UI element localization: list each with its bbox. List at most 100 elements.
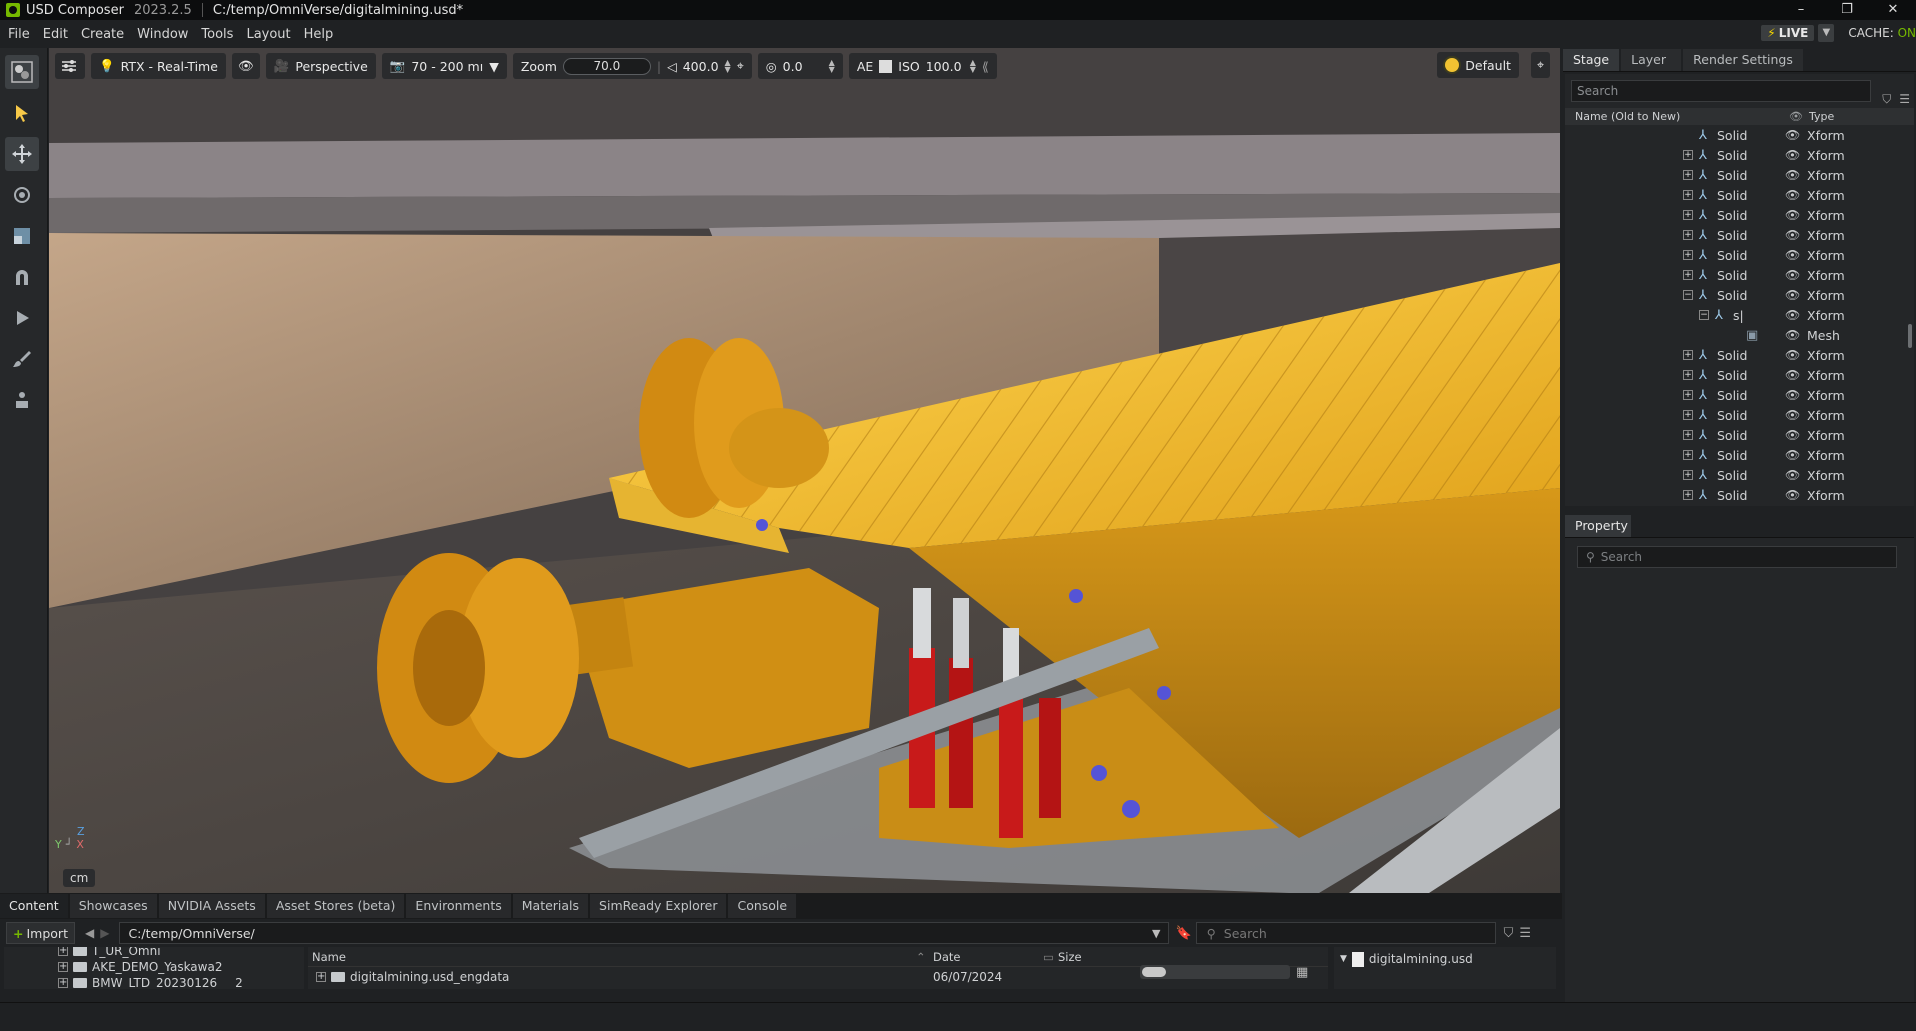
folder-tree-item[interactable]: + AKE_DEMO_Yaskawa2 [4,959,304,975]
content-tab-console[interactable]: Console [728,894,797,918]
content-tab-asset-stores-beta[interactable]: Asset Stores (beta) [266,894,405,918]
column-size[interactable]: Size [1058,950,1082,964]
expand-icon[interactable]: + [1683,490,1693,500]
property-search-input[interactable]: ⚲ Search [1577,546,1897,568]
folder-tree-item[interactable]: + BMW_LTD_20230126___2 [4,975,304,989]
column-type-header[interactable]: Type [1809,110,1834,123]
column-name-header[interactable]: Name (Old to New) [1575,110,1785,123]
stage-tree-row[interactable]: + ⅄ Solid 👁 Xform [1565,225,1914,245]
expand-icon[interactable]: + [1683,450,1693,460]
paint-tool[interactable] [5,342,39,376]
visibility-eye-icon[interactable]: 👁 [1785,348,1800,362]
focal-value[interactable]: 400.0 [683,59,719,74]
visibility-eye-icon[interactable]: 👁 [1785,228,1800,242]
menu-edit[interactable]: Edit [38,27,73,42]
content-filter-icon[interactable]: ⛉ [1504,926,1514,941]
expand-icon[interactable]: + [1683,350,1693,360]
menu-file[interactable]: File [3,27,35,42]
sort-up-icon[interactable]: ⌃ [916,950,926,964]
detail-collapse-icon[interactable]: ▼ [1340,954,1347,964]
expand-icon[interactable]: + [1683,390,1693,400]
expand-icon[interactable]: + [1683,170,1693,180]
stage-tree-row[interactable]: + ⅄ Solid 👁 Xform [1565,185,1914,205]
stage-tree-row[interactable]: + ⅄ Solid 👁 Xform [1565,345,1914,365]
location-button[interactable]: ⌖ [1530,52,1550,78]
visibility-eye-icon[interactable]: 👁 [1785,288,1800,302]
snap-tool[interactable] [5,260,39,294]
physics-tool[interactable] [5,383,39,417]
stage-tree-row[interactable]: ⅄ Solid 👁 Xform [1565,125,1914,145]
thumbnail-size-slider[interactable] [1140,965,1290,979]
lens-dropdown[interactable]: 📷 70 - 200 mı ▼ [381,53,507,79]
visibility-eye-icon[interactable]: 👁 [1785,388,1800,402]
visibility-eye-icon[interactable]: 👁 [1785,168,1800,182]
stage-search-input[interactable]: Search [1571,80,1871,102]
move-tool[interactable] [5,137,39,171]
folder-tree-item[interactable]: + T_UR_Omni [4,947,304,959]
stage-tree-row[interactable]: ▣ 👁 Mesh [1565,325,1914,345]
visibility-eye-icon[interactable]: 👁 [1785,428,1800,442]
menu-tools[interactable]: Tools [196,27,238,42]
renderer-dropdown[interactable]: 💡 RTX - Real-Time [91,53,226,79]
grid-view-icon[interactable]: ▦ [1296,965,1308,980]
visibility-eye-icon[interactable]: 👁 [1785,128,1800,142]
visibility-eye-icon[interactable]: 👁 [1785,208,1800,222]
expand-icon[interactable]: + [316,972,326,982]
content-tab-materials[interactable]: Materials [512,894,589,918]
path-input[interactable]: C:/temp/OmniVerse/ ▼ [119,922,1170,944]
tab-layer[interactable]: Layer [1621,49,1682,71]
expand-icon[interactable]: + [1683,210,1693,220]
iso-value[interactable]: 100.0 [926,59,964,74]
stage-tree-row[interactable]: + ⅄ Solid 👁 Xform [1565,245,1914,265]
visibility-eye-icon[interactable]: 👁 [1785,368,1800,382]
column-name[interactable]: Name [312,950,346,964]
back-arrow-icon[interactable]: ◀ [85,926,94,940]
content-tab-simready-explorer[interactable]: SimReady Explorer [590,894,727,918]
live-dropdown-chevron-icon[interactable]: ▼ [1818,24,1835,42]
tab-stage[interactable]: Stage [1563,49,1620,71]
visibility-eye-icon[interactable]: 👁 [1785,148,1800,162]
stage-tree-row[interactable]: + ⅄ Solid 👁 Xform [1565,485,1914,505]
stage-tree-row[interactable]: + ⅄ Solid 👁 Xform [1565,445,1914,465]
expand-icon[interactable]: + [1683,150,1693,160]
stage-tree-row[interactable]: − ⅄ Solid 👁 Xform [1565,285,1914,305]
restore-button[interactable]: ❐ [1824,0,1870,20]
expand-icon[interactable]: + [58,962,68,972]
play-tool[interactable] [5,301,39,335]
ae-checkbox[interactable] [879,59,893,73]
zoom-field[interactable]: 70.0 [562,57,651,75]
select-tool[interactable] [5,96,39,130]
expand-icon[interactable]: + [1683,370,1693,380]
visibility-eye-icon[interactable]: 👁 [1785,448,1800,462]
viewport-settings-button[interactable] [55,53,85,79]
menu-layout[interactable]: Layout [241,27,295,42]
lighting-dropdown[interactable]: Default [1437,52,1519,78]
stage-tree-row[interactable]: + ⅄ Solid 👁 Xform [1565,385,1914,405]
exposure-value[interactable]: 0.0 [783,59,823,74]
expand-icon[interactable]: + [1683,270,1693,280]
focal-stepper-icon[interactable]: ▲ ▼ [725,59,731,74]
rotate-tool[interactable] [5,178,39,212]
content-tab-environments[interactable]: Environments [406,894,511,918]
content-tab-content[interactable]: Content [0,894,68,918]
expand-icon[interactable]: + [1683,410,1693,420]
expand-icon[interactable]: + [1683,430,1693,440]
iso-stepper-icon[interactable]: ▲ ▼ [970,59,976,74]
stage-tree-row[interactable]: + ⅄ Solid 👁 Xform [1565,365,1914,385]
visibility-eye-icon[interactable]: 👁 [1785,308,1800,322]
stage-tree-row[interactable]: + ⅄ Solid 👁 Xform [1565,465,1914,485]
stage-tree-row[interactable]: + ⅄ Solid 👁 Xform [1565,265,1914,285]
content-search-input[interactable]: ⚲ Search [1195,922,1496,944]
content-tab-nvidia-assets[interactable]: NVIDIA Assets [158,894,265,918]
select-mode-tool[interactable] [5,55,39,89]
live-button[interactable]: ⚡ LIVE [1761,25,1815,41]
bookmark-icon[interactable]: 🔖 [1175,926,1191,941]
stage-tree-row[interactable]: + ⅄ Solid 👁 Xform [1565,165,1914,185]
visibility-button[interactable]: 👁 [231,53,260,79]
visibility-eye-icon[interactable]: 👁 [1785,268,1800,282]
stage-scrollbar[interactable] [1908,324,1912,348]
visibility-eye-icon[interactable]: 👁 [1785,188,1800,202]
visibility-eye-icon[interactable]: 👁 [1785,248,1800,262]
content-tab-showcases[interactable]: Showcases [69,894,157,918]
camera-dropdown[interactable]: 🎥 Perspective [265,53,376,79]
